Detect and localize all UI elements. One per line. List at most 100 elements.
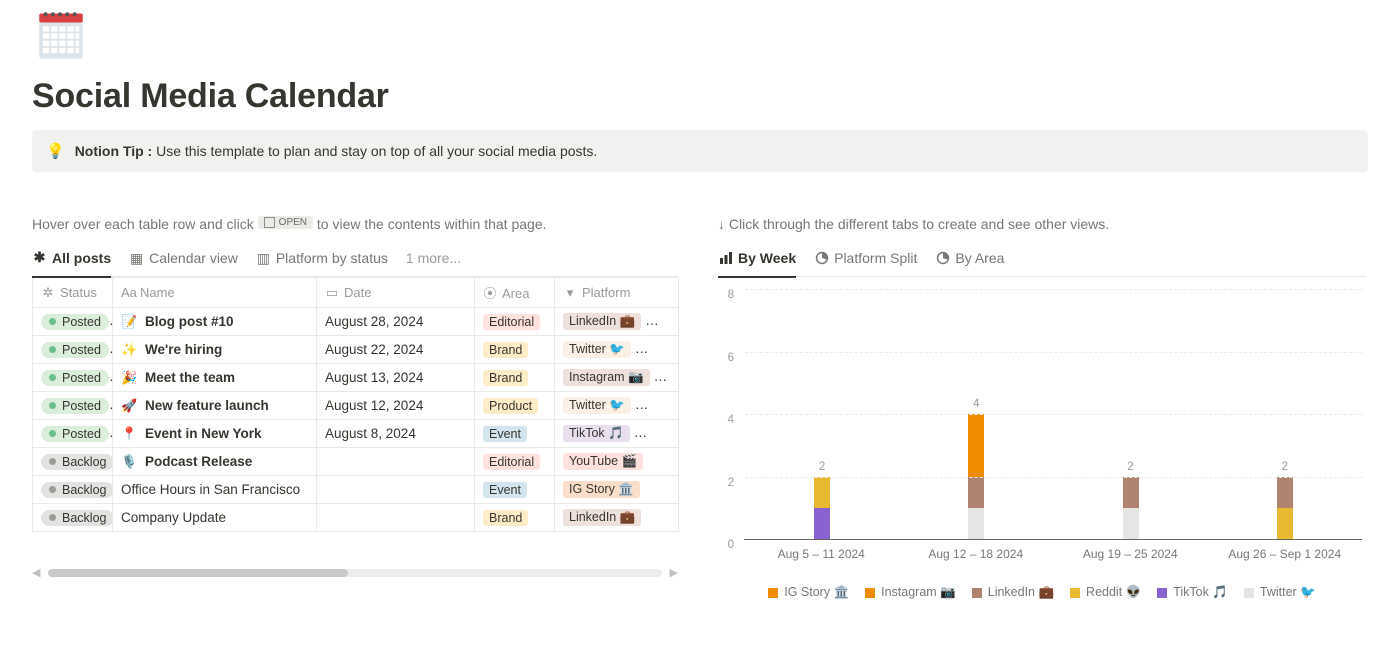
row-platform[interactable]: Twitter 🐦Linke <box>555 392 679 420</box>
table-row[interactable]: Posted 📝Blog post #10 August 28, 2024Edito… <box>33 308 679 336</box>
page-icon <box>32 8 1368 69</box>
area-icon: ⦿ <box>483 283 497 302</box>
x-tick-label: Aug 12 – 18 2024 <box>899 547 1054 561</box>
row-name[interactable]: 🎉Meet the team <box>121 370 308 386</box>
row-platform[interactable]: YouTube 🎬 <box>555 448 679 476</box>
row-name[interactable]: ✨We're hiring <box>121 342 308 358</box>
legend-item[interactable]: Reddit 👽 <box>1070 585 1141 600</box>
table-row[interactable]: Posted 📍Event in New York August 8, 2024Ev… <box>33 420 679 448</box>
stacked-bar[interactable] <box>1123 477 1139 540</box>
row-date[interactable]: August 28, 2024 <box>317 308 475 336</box>
col-name[interactable]: AaName <box>113 278 317 308</box>
horizontal-scrollbar[interactable]: ◀ ▶ <box>32 566 678 579</box>
table-row[interactable]: Backlog🎙️Podcast ReleaseEditorialYouTube… <box>33 448 679 476</box>
tab-calendar-view[interactable]: ▦Calendar view <box>129 240 238 276</box>
tab-by-area[interactable]: By Area <box>935 240 1004 276</box>
table-row[interactable]: Posted ✨We're hiring August 22, 2024 Brand T… <box>33 336 679 364</box>
row-emoji-icon: 🎉 <box>121 370 137 386</box>
row-platform[interactable]: IG Story 🏛️ <box>555 476 679 504</box>
table-row[interactable]: BacklogCompany UpdateBrandLinkedIn 💼 <box>33 504 679 532</box>
area-tag: Product <box>483 398 538 414</box>
table-header-row: ✲Status AaName ▭Date ⦿Area ▾Platform <box>33 278 679 308</box>
tab-more[interactable]: 1 more... <box>406 240 461 276</box>
table-row[interactable]: Posted 🚀New feature launch August 12, 2024… <box>33 392 679 420</box>
row-platform[interactable]: Instagram 📷IG <box>555 364 679 392</box>
status-pill: Posted <box>41 314 109 330</box>
scroll-thumb[interactable] <box>48 569 348 577</box>
legend-swatch <box>1244 588 1254 598</box>
status-pill: Backlog <box>41 482 113 498</box>
scroll-left-icon[interactable]: ◀ <box>32 566 40 579</box>
bar-segment-linkedin <box>1277 477 1293 508</box>
bar-segment-linkedin <box>1123 477 1139 508</box>
row-area[interactable]: Brand <box>475 504 555 532</box>
legend-item[interactable]: IG Story 🏛️ <box>768 585 849 600</box>
row-name[interactable]: Company Update <box>121 510 308 525</box>
tab-platform-split[interactable]: Platform Split <box>814 240 917 276</box>
platform-tag: Twitter 🐦 <box>563 397 631 414</box>
area-tag: Event <box>483 482 527 498</box>
platform-tag: TikTok 🎵 <box>563 425 630 442</box>
table-row[interactable]: Backlog Office Hours in San Francisco Even… <box>33 476 679 504</box>
row-platform[interactable]: LinkedIn 💼 <box>555 504 679 532</box>
row-area[interactable]: Editorial <box>475 308 555 336</box>
row-area[interactable]: Editorial <box>475 448 555 476</box>
bar-segment-reddit <box>814 477 830 508</box>
row-name[interactable]: 🎙️Podcast Release <box>121 454 308 470</box>
row-name[interactable]: 📝Blog post #10 <box>121 314 308 330</box>
row-platform[interactable]: Twitter 🐦Linke <box>555 336 679 364</box>
row-name[interactable]: 📍Event in New York <box>121 426 308 442</box>
status-pill: Posted <box>41 342 109 358</box>
legend-item[interactable]: Twitter 🐦 <box>1244 585 1316 600</box>
col-platform[interactable]: ▾Platform <box>555 278 679 308</box>
status-pill: Posted <box>41 398 109 414</box>
legend-item[interactable]: TikTok 🎵 <box>1157 585 1228 600</box>
chart-legend: IG Story 🏛️ Instagram 📷 LinkedIn 💼 Reddit 👽… <box>718 585 1366 600</box>
legend-item[interactable]: Instagram 📷 <box>865 585 956 600</box>
tab-icon <box>935 251 950 266</box>
row-area[interactable]: Brand <box>475 364 555 392</box>
legend-item[interactable]: LinkedIn 💼 <box>972 585 1054 600</box>
row-date[interactable]: August 22, 2024 <box>317 336 475 364</box>
tab-by-week[interactable]: By Week <box>718 240 796 278</box>
scroll-track[interactable] <box>48 569 661 577</box>
row-name[interactable]: Office Hours in San Francisco <box>121 482 308 497</box>
row-emoji-icon: 📍 <box>121 426 137 442</box>
row-date[interactable] <box>317 448 475 476</box>
legend-swatch <box>972 588 982 598</box>
bar-total-label: 2 <box>745 461 899 473</box>
page-title[interactable]: Social Media Calendar <box>32 77 1368 116</box>
row-platform[interactable]: LinkedIn 💼Red <box>555 308 679 336</box>
row-date[interactable] <box>317 476 475 504</box>
y-tick-label: 2 <box>728 477 734 489</box>
row-area[interactable]: Brand <box>475 336 555 364</box>
area-tag: Brand <box>483 342 528 358</box>
y-tick-label: 4 <box>728 414 734 426</box>
x-tick-label: Aug 5 – 11 2024 <box>744 547 899 561</box>
x-tick-label: Aug 26 – Sep 1 2024 <box>1208 547 1363 561</box>
row-area[interactable]: Event <box>475 476 555 504</box>
row-date[interactable]: August 8, 2024 <box>317 420 475 448</box>
col-date[interactable]: ▭Date <box>317 278 475 308</box>
row-area[interactable]: Product <box>475 392 555 420</box>
bar-segment-igstory <box>968 414 984 445</box>
col-status[interactable]: ✲Status <box>33 278 113 308</box>
callout-text: Notion Tip : Use this template to plan a… <box>75 143 598 159</box>
tab-platform-by-status[interactable]: ▥Platform by status <box>256 240 388 276</box>
tab-all-posts[interactable]: ✱All posts <box>32 240 111 278</box>
col-area[interactable]: ⦿Area <box>475 278 555 308</box>
stacked-bar[interactable] <box>814 477 830 540</box>
scroll-right-icon[interactable]: ▶ <box>670 566 678 579</box>
row-date[interactable]: August 12, 2024 <box>317 392 475 420</box>
row-platform[interactable]: TikTok 🎵Reddi <box>555 420 679 448</box>
row-date[interactable]: August 13, 2024 <box>317 364 475 392</box>
status-pill: Posted <box>41 426 109 442</box>
area-tag: Editorial <box>483 454 540 470</box>
stacked-bar[interactable] <box>1277 477 1293 540</box>
row-name[interactable]: 🚀New feature launch <box>121 398 308 414</box>
row-area[interactable]: Event <box>475 420 555 448</box>
table-row[interactable]: Posted🎉Meet the teamAugust 13, 2024Brand… <box>33 364 679 392</box>
bar-segment-reddit <box>1277 508 1293 539</box>
row-date[interactable] <box>317 504 475 532</box>
platform-icon: ▾ <box>563 285 577 301</box>
